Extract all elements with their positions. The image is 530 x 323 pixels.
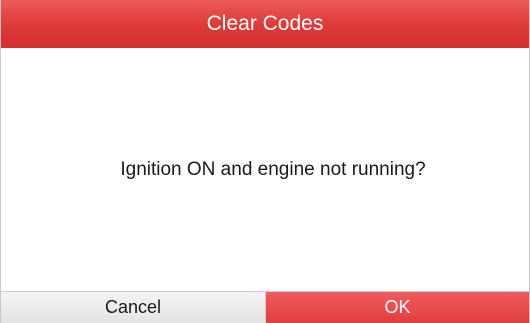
ok-button[interactable]: OK bbox=[266, 292, 529, 323]
clear-codes-dialog: Clear Codes Ignition ON and engine not r… bbox=[0, 0, 530, 323]
cancel-button[interactable]: Cancel bbox=[1, 292, 266, 323]
dialog-title-bar: Clear Codes bbox=[1, 0, 529, 48]
dialog-button-bar: Cancel OK bbox=[1, 291, 529, 323]
dialog-message-area: Ignition ON and engine not running? bbox=[1, 48, 529, 291]
dialog-message: Ignition ON and engine not running? bbox=[120, 158, 426, 180]
dialog-title: Clear Codes bbox=[206, 12, 324, 35]
